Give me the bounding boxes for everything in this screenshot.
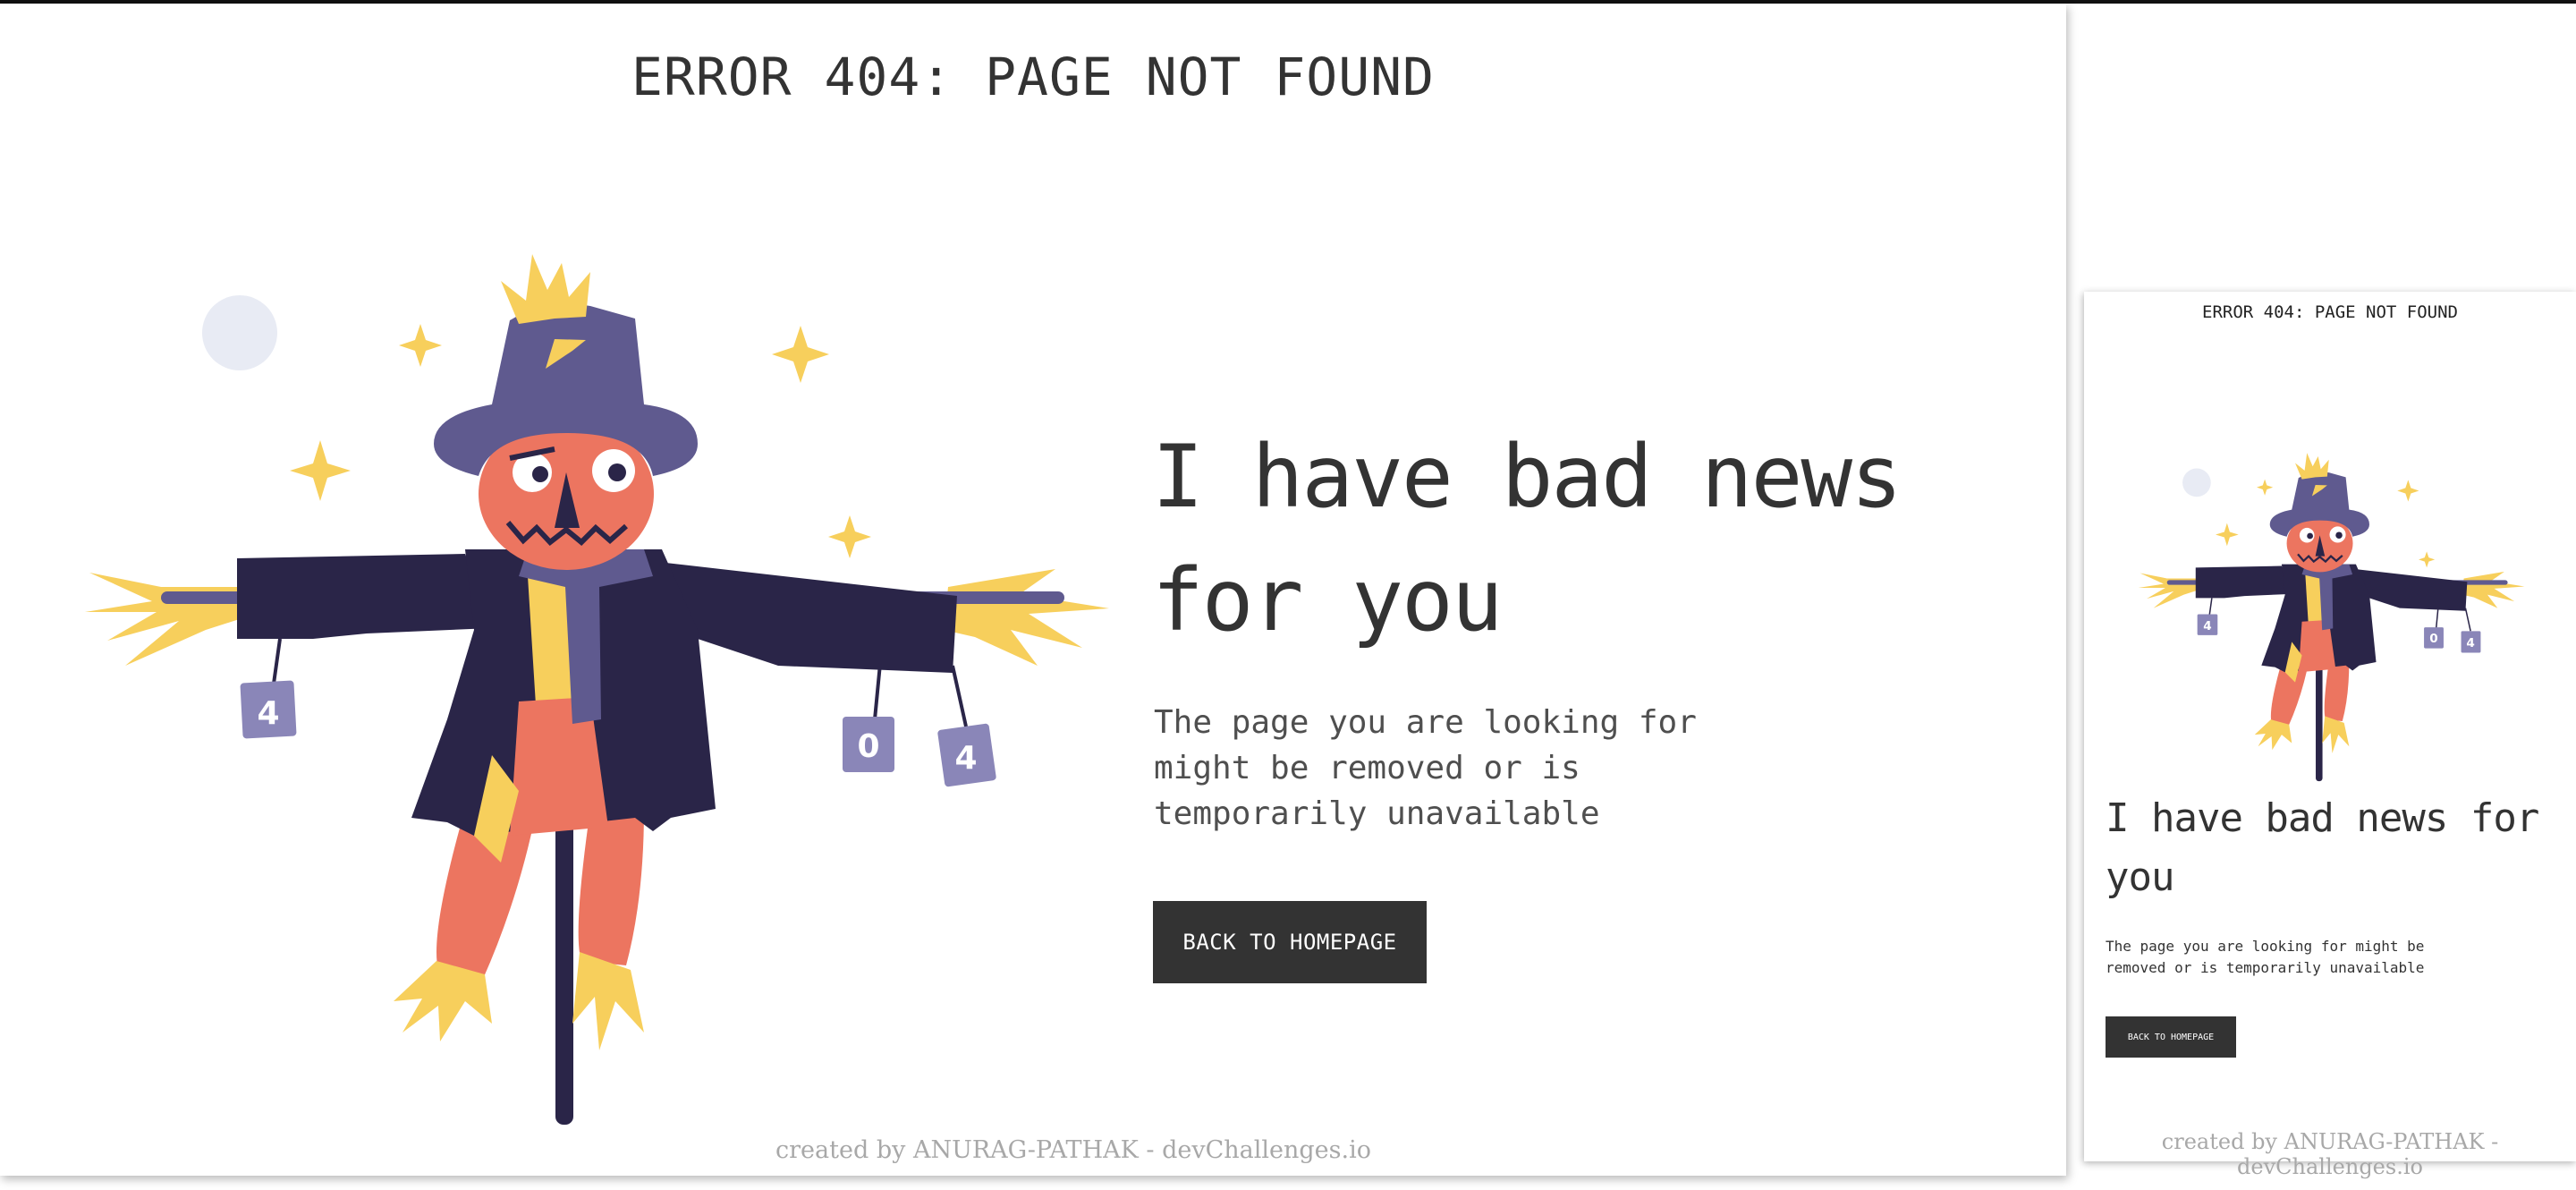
right-straw-hand [944,569,1109,666]
scarecrow-illustration: 4 0 4 [2138,453,2525,782]
left-coat-sleeve [237,554,492,639]
moon-icon [202,295,277,370]
can-label: 0 [857,728,879,765]
headline: I have bad news for you [1152,427,1902,650]
right-leg [578,809,644,965]
footer-credit[interactable]: created by ANURAG-PATHAK - devChallenges… [2084,1129,2576,1179]
left-straw-hand [85,573,250,666]
headline: I have bad news for you [2106,795,2539,900]
description: The page you are looking for might be re… [2106,938,2425,976]
desktop-preview: ERROR 404: PAGE NOT FOUND 4 0 4 I have b… [0,4,2066,1176]
can-label: 4 [2203,619,2211,633]
page-title: ERROR 404: PAGE NOT FOUND [631,47,1435,107]
can-label: 4 [257,695,279,732]
footer-credit[interactable]: created by ANURAG-PATHAK - devChallenges… [0,1136,2147,1164]
scarecrow-illustration: 4 0 4 [85,254,1109,1125]
back-to-homepage-button[interactable]: BACK TO HOMEPAGE [2106,1016,2236,1058]
can-label: 4 [954,740,977,777]
can-label: 4 [2466,636,2474,650]
description: The page you are looking for might be re… [1154,704,1697,832]
page-title: ERROR 404: PAGE NOT FOUND [2202,302,2458,322]
moon-icon [2182,468,2211,497]
can-label: 0 [2429,632,2437,646]
hat-straw [501,254,590,324]
back-to-homepage-button[interactable]: BACK TO HOMEPAGE [1153,901,1427,983]
mobile-preview: ERROR 404: PAGE NOT FOUND 4 0 4 I have b… [2084,292,2576,1179]
